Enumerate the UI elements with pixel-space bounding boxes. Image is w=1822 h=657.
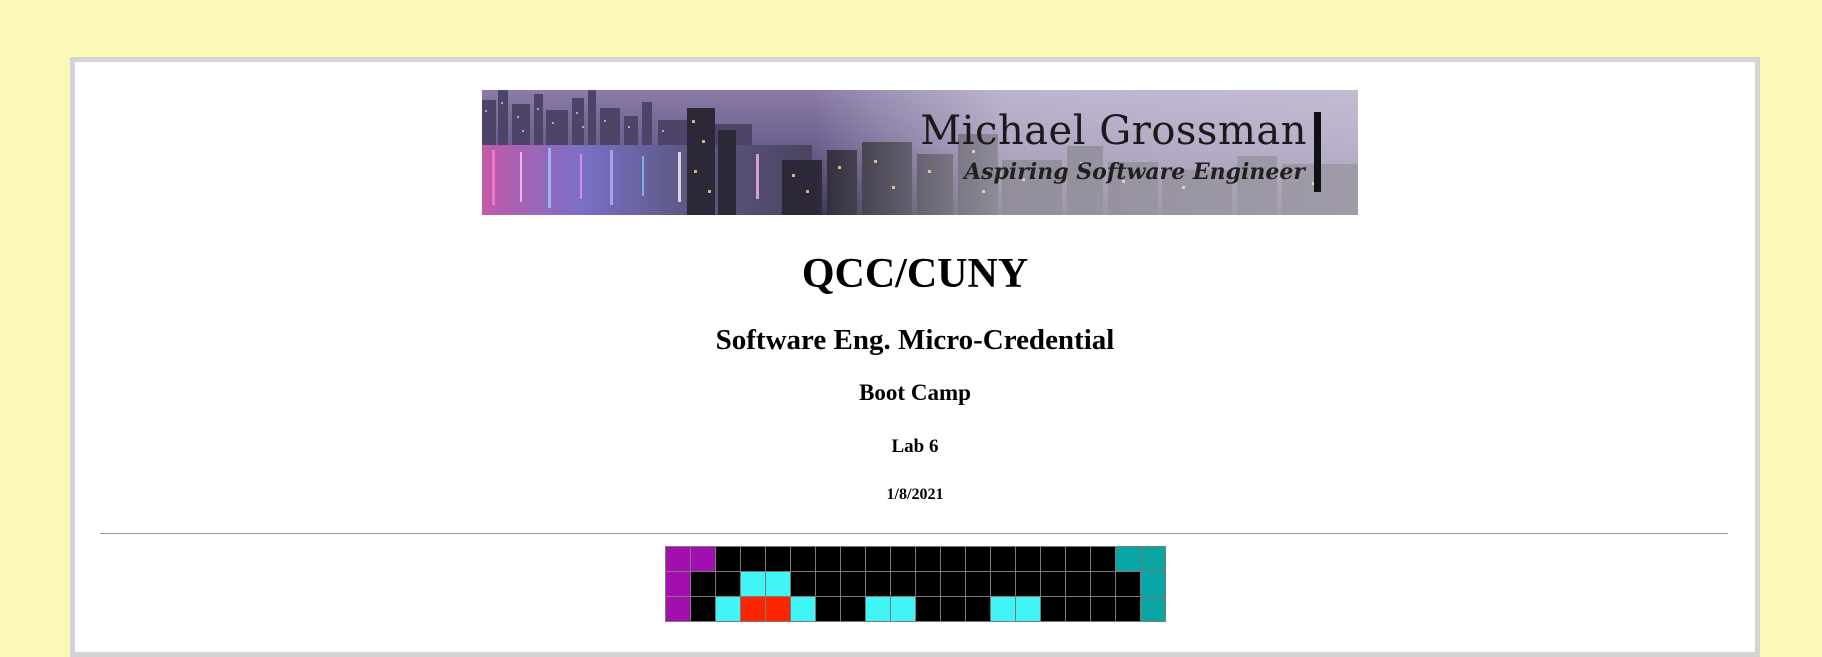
pixel-cell — [1066, 572, 1090, 596]
pixel-cell — [716, 597, 740, 621]
pixel-cell — [966, 597, 990, 621]
pixel-cell — [691, 572, 715, 596]
pixel-cell — [841, 597, 865, 621]
pixel-cell — [941, 572, 965, 596]
date-heading: 1/8/2021 — [886, 486, 944, 503]
pixel-cell — [1116, 547, 1140, 571]
pixel-cell — [991, 572, 1015, 596]
pixel-cell — [766, 572, 790, 596]
pixel-cell — [1091, 572, 1115, 596]
pixel-cell — [891, 547, 915, 571]
pixel-cell — [891, 597, 915, 621]
pixel-cell — [1016, 547, 1040, 571]
program-heading: Software Eng. Micro-Credential — [715, 324, 1115, 356]
pixel-cell — [1141, 572, 1165, 596]
pixel-cell — [1066, 547, 1090, 571]
pixel-cell — [666, 597, 690, 621]
pixel-cell — [691, 547, 715, 571]
pixel-cell — [1116, 597, 1140, 621]
pixel-cell — [766, 547, 790, 571]
pixel-cell — [766, 597, 790, 621]
pixel-cell — [816, 597, 840, 621]
pixel-cell — [1091, 597, 1115, 621]
pixel-cell — [941, 597, 965, 621]
pixel-cell — [1141, 547, 1165, 571]
pixel-cell — [1116, 572, 1140, 596]
course-heading: Boot Camp — [859, 380, 971, 405]
pixel-cell — [741, 597, 765, 621]
pixel-cell — [966, 572, 990, 596]
pixel-cell — [1016, 597, 1040, 621]
pixel-cell — [1041, 572, 1065, 596]
pixel-cell — [866, 547, 890, 571]
pixel-cell — [716, 572, 740, 596]
pixel-cell — [1041, 547, 1065, 571]
banner-accent-bar — [1314, 112, 1321, 192]
pixel-cell — [916, 547, 940, 571]
pixel-cell — [1141, 597, 1165, 621]
pixel-cell — [941, 547, 965, 571]
pixel-cell — [841, 547, 865, 571]
pixel-cell — [816, 572, 840, 596]
horizontal-divider — [100, 533, 1728, 534]
pixel-cell — [916, 597, 940, 621]
pixel-cell — [891, 572, 915, 596]
pixel-cell — [966, 547, 990, 571]
pixel-cell — [916, 572, 940, 596]
pixel-cell — [791, 597, 815, 621]
pixel-cell — [866, 572, 890, 596]
pixel-cell — [1016, 572, 1040, 596]
pixel-cell — [991, 547, 1015, 571]
pixel-cell — [691, 597, 715, 621]
lab-heading: Lab 6 — [891, 436, 939, 457]
pixel-cell — [791, 547, 815, 571]
page-card: Michael Grossman Aspiring Software Engin… — [70, 57, 1760, 657]
pixel-cell — [791, 572, 815, 596]
pixel-cell — [666, 572, 690, 596]
pixel-cell — [741, 547, 765, 571]
pixel-cell — [716, 547, 740, 571]
pixel-cell — [1066, 597, 1090, 621]
banner-name: Michael Grossman — [920, 108, 1307, 154]
page-title: QCC/CUNY — [801, 251, 1029, 297]
pixel-cell — [816, 547, 840, 571]
pixel-cell — [741, 572, 765, 596]
pixel-cell — [666, 547, 690, 571]
header-banner: Michael Grossman Aspiring Software Engin… — [482, 90, 1358, 215]
pixel-cell — [866, 597, 890, 621]
pixel-cell — [841, 572, 865, 596]
banner-tagline: Aspiring Software Engineer — [964, 159, 1305, 185]
pixel-art-grid — [665, 546, 1166, 622]
pixel-cell — [1041, 597, 1065, 621]
pixel-cell — [1091, 547, 1115, 571]
pixel-cell — [991, 597, 1015, 621]
